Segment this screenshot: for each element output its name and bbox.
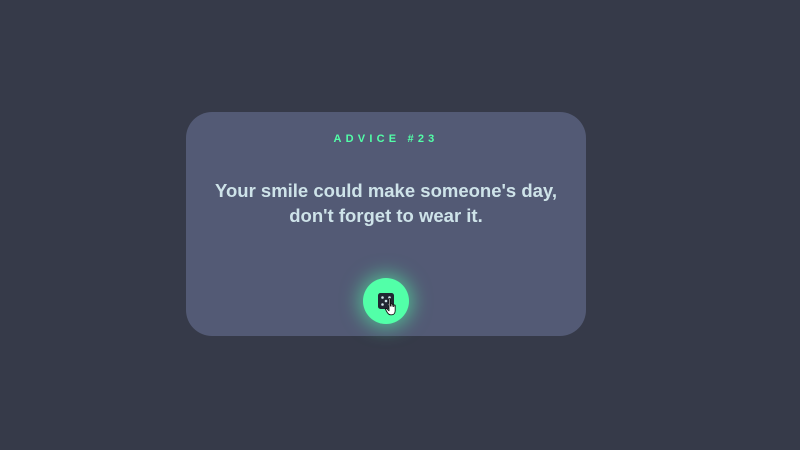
generate-advice-button[interactable] (363, 278, 409, 324)
advice-card: ADVICE #23 Your smile could make someone… (186, 112, 586, 336)
advice-quote: Your smile could make someone's day, don… (215, 180, 557, 226)
hand-cursor-icon (385, 298, 396, 316)
advice-number-label: ADVICE #23 (333, 133, 439, 145)
page: ADVICE #23 Your smile could make someone… (0, 0, 800, 450)
